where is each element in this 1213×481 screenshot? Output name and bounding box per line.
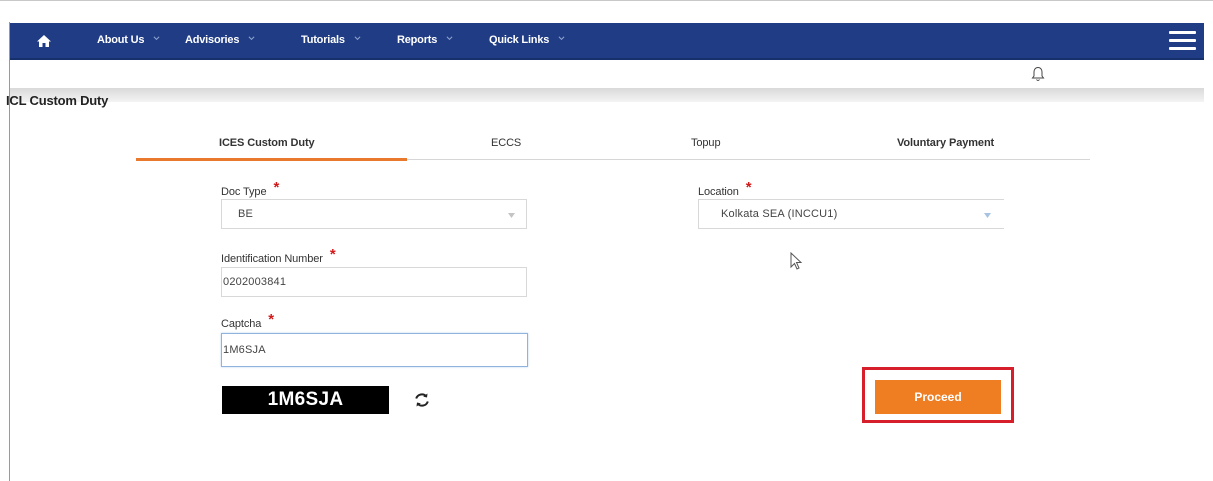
- doc-type-label-text: Doc Type: [221, 186, 267, 198]
- tab-topup[interactable]: Topup: [691, 137, 721, 149]
- nav-advisories[interactable]: Advisories: [185, 34, 255, 46]
- tab-eccs[interactable]: ECCS: [491, 137, 521, 149]
- required-mark: *: [273, 179, 280, 196]
- hamburger-menu-icon[interactable]: [1169, 31, 1196, 51]
- nav-about-us[interactable]: About Us: [97, 34, 160, 46]
- sub-header: [10, 60, 1204, 90]
- nav-label: Tutorials: [301, 34, 345, 46]
- required-mark: *: [268, 311, 275, 328]
- chevron-down-icon: [446, 36, 453, 41]
- identification-number-label: Identification Number *: [221, 246, 336, 266]
- identification-number-input[interactable]: 0202003841: [221, 267, 527, 297]
- top-border: [0, 0, 1213, 1]
- captcha-label-text: Captcha: [221, 318, 262, 330]
- required-mark: *: [329, 246, 336, 263]
- location-select[interactable]: Kolkata SEA (INCCU1): [698, 199, 1004, 229]
- captcha-label: Captcha *: [221, 311, 275, 331]
- chevron-down-icon: [153, 36, 160, 41]
- mouse-cursor-icon: [790, 252, 803, 270]
- active-tab-indicator: [136, 158, 407, 161]
- nav-label: Reports: [397, 34, 438, 46]
- home-icon[interactable]: [36, 33, 52, 49]
- required-mark: *: [745, 179, 752, 196]
- chevron-down-icon: [248, 36, 255, 41]
- tab-ices-custom-duty[interactable]: ICES Custom Duty: [219, 137, 315, 149]
- main-navbar: About Us Advisories Tutorials Reports Qu…: [10, 23, 1204, 60]
- location-label: Location *: [698, 179, 752, 199]
- nav-tutorials[interactable]: Tutorials: [301, 34, 361, 46]
- doc-type-value: BE: [238, 208, 254, 220]
- refresh-icon[interactable]: [413, 391, 431, 409]
- identification-number-label-text: Identification Number: [221, 253, 323, 265]
- location-label-text: Location: [698, 186, 739, 198]
- tab-voluntary-payment[interactable]: Voluntary Payment: [897, 137, 994, 149]
- proceed-button[interactable]: Proceed: [875, 380, 1001, 414]
- identification-number-value: 0202003841: [223, 276, 287, 288]
- nav-reports[interactable]: Reports: [397, 34, 453, 46]
- doc-type-select[interactable]: BE: [221, 199, 527, 229]
- captcha-image: 1M6SJA: [222, 386, 389, 414]
- page-title: ICL Custom Duty: [6, 93, 109, 108]
- chevron-down-icon: [984, 213, 991, 218]
- bell-icon[interactable]: [1031, 66, 1045, 82]
- nav-label: Advisories: [185, 34, 240, 46]
- chevron-down-icon: [508, 213, 515, 218]
- header-shadow: [10, 88, 1204, 102]
- captcha-value: 1M6SJA: [223, 344, 266, 356]
- nav-label: About Us: [97, 34, 145, 46]
- nav-label: Quick Links: [489, 34, 550, 46]
- nav-quick-links[interactable]: Quick Links: [489, 34, 565, 46]
- captcha-input[interactable]: 1M6SJA: [221, 333, 528, 367]
- chevron-down-icon: [354, 36, 361, 41]
- location-value: Kolkata SEA (INCCU1): [721, 208, 838, 220]
- chevron-down-icon: [558, 36, 565, 41]
- doc-type-label: Doc Type *: [221, 179, 280, 199]
